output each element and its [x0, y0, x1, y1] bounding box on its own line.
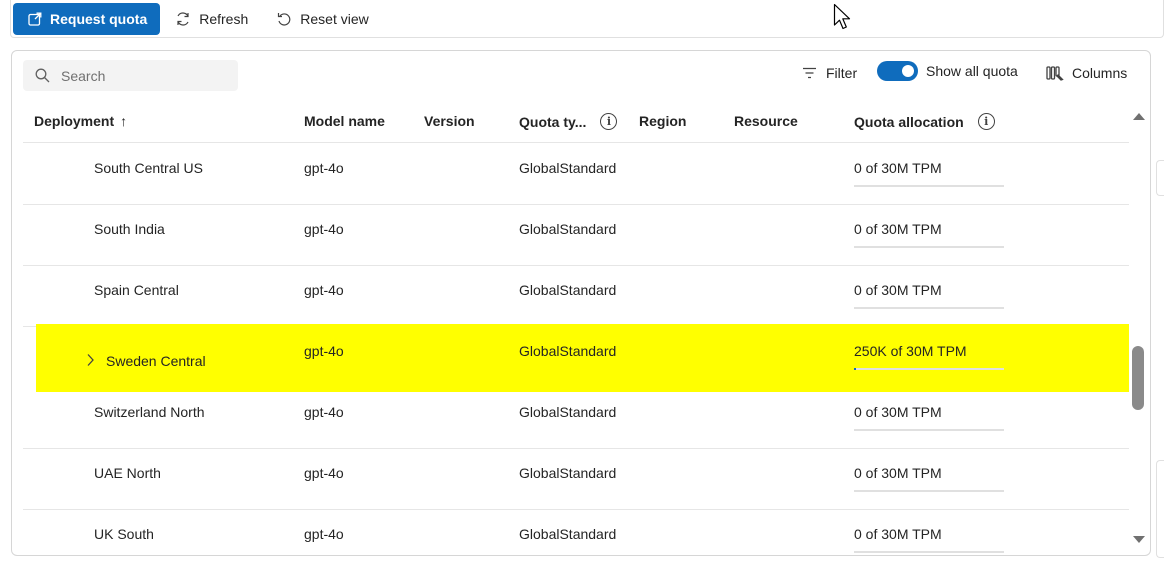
request-quota-label: Request quota [50, 10, 148, 27]
chevron-right-icon[interactable] [85, 353, 95, 370]
quota-allocation-cell: 0 of 30M TPM [854, 526, 942, 542]
resource-header-label: Resource [734, 113, 798, 129]
model-name-header-label: Model name [304, 113, 385, 129]
refresh-icon [175, 11, 191, 27]
reset-view-label: Reset view [300, 10, 369, 27]
search-box[interactable]: Search [23, 60, 238, 91]
column-header-quota-type[interactable]: Quota ty... i [519, 113, 618, 130]
quota-usage-bar [854, 551, 1004, 553]
vertical-scrollbar[interactable] [1131, 109, 1147, 549]
quota-allocation-cell: 0 of 30M TPM [854, 282, 942, 298]
quota-type-cell: GlobalStandard [519, 526, 617, 542]
scroll-up-arrow-icon[interactable] [1131, 109, 1147, 125]
reset-view-button[interactable]: Reset view [263, 3, 381, 35]
model-name-cell: gpt-4o [304, 282, 344, 298]
toggle-switch[interactable] [877, 61, 918, 81]
search-input[interactable]: Search [61, 68, 105, 84]
filter-icon [802, 67, 817, 79]
table-row[interactable]: UK South gpt-4o GlobalStandard 0 of 30M TPM [23, 510, 1129, 555]
column-header-resource[interactable]: Resource [734, 113, 798, 129]
model-name-cell: gpt-4o [304, 465, 344, 481]
quota-usage-bar [854, 490, 1004, 492]
table-row[interactable]: Switzerland North gpt-4o GlobalStandard 0 o… [23, 388, 1129, 449]
quota-type-cell: GlobalStandard [519, 160, 617, 176]
column-header-quota-allocation[interactable]: Quota allocation i [854, 113, 995, 130]
quota-allocation-header-label: Quota allocation [854, 113, 964, 130]
model-name-cell: gpt-4o [304, 343, 344, 359]
quota-usage-fill [854, 368, 856, 370]
filter-label: Filter [826, 65, 858, 81]
model-name-cell: gpt-4o [304, 160, 344, 176]
search-icon [35, 68, 50, 83]
table-body: South Central US gpt-4o GlobalStandard 0 of… [23, 144, 1129, 555]
scroll-down-arrow-icon[interactable] [1131, 533, 1147, 549]
quota-type-cell: GlobalStandard [519, 465, 617, 481]
side-panel-edge [1156, 460, 1164, 558]
quota-usage-bar [854, 429, 1004, 431]
deployment-cell: South India [94, 221, 165, 237]
undo-icon [276, 11, 292, 27]
quota-allocation-cell: 0 of 30M TPM [854, 160, 942, 176]
columns-icon [1046, 65, 1064, 81]
external-link-icon [28, 12, 42, 26]
deployment-cell: UAE North [94, 465, 161, 481]
column-header-region[interactable]: Region [639, 113, 686, 129]
deployment-cell: Switzerland North [94, 404, 205, 420]
version-header-label: Version [424, 113, 475, 129]
quota-usage-bar [854, 368, 1004, 370]
show-all-quota-toggle[interactable]: Show all quota [877, 61, 1018, 81]
quota-type-header-label: Quota ty... [519, 113, 587, 130]
info-icon[interactable]: i [977, 113, 995, 130]
quota-type-cell: GlobalStandard [519, 404, 617, 420]
table-header: Deployment ↑ Model name Version Quota ty… [23, 101, 1129, 143]
table-row[interactable]: UAE North gpt-4o GlobalStandard 0 of 30M TP… [23, 449, 1129, 510]
quota-usage-bar [854, 307, 1004, 309]
quota-usage-bar [854, 185, 1004, 187]
deployment-header-label: Deployment [34, 113, 115, 129]
deployment-cell: Sweden Central [106, 353, 206, 369]
quota-type-cell: GlobalStandard [519, 221, 617, 237]
table-row[interactable]: South Central US gpt-4o GlobalStandard 0 of… [23, 144, 1129, 205]
model-name-cell: gpt-4o [304, 404, 344, 420]
refresh-label: Refresh [199, 10, 249, 27]
sort-ascending-icon: ↑ [120, 113, 128, 129]
show-all-quota-label: Show all quota [926, 63, 1018, 79]
info-icon[interactable]: i [600, 113, 618, 130]
side-panel-edge [1156, 160, 1164, 196]
quota-usage-bar [854, 246, 1004, 248]
columns-button[interactable]: Columns [1046, 65, 1127, 81]
table-row[interactable]: Sweden Central gpt-4o GlobalStandard 250K o… [36, 324, 1129, 392]
region-header-label: Region [639, 113, 687, 129]
deployment-cell: UK South [94, 526, 154, 542]
quota-allocation-cell: 0 of 30M TPM [854, 404, 942, 420]
column-header-deployment[interactable]: Deployment ↑ [34, 113, 127, 129]
quota-allocation-cell: 0 of 30M TPM [854, 465, 942, 481]
deployment-cell: Spain Central [94, 282, 179, 298]
quota-allocation-cell: 250K of 30M TPM [854, 343, 967, 359]
filter-button[interactable]: Filter [802, 65, 857, 81]
quota-type-cell: GlobalStandard [519, 343, 617, 359]
deployment-cell: South Central US [94, 160, 203, 176]
refresh-button[interactable]: Refresh [162, 3, 261, 35]
model-name-cell: gpt-4o [304, 221, 344, 237]
column-header-model-name[interactable]: Model name [304, 113, 385, 129]
columns-label: Columns [1072, 65, 1128, 81]
model-name-cell: gpt-4o [304, 526, 344, 542]
table-row[interactable]: South India gpt-4o GlobalStandard 0 of 30M … [23, 205, 1129, 266]
quota-type-cell: GlobalStandard [519, 282, 617, 298]
mouse-cursor-icon [833, 3, 853, 34]
request-quota-button[interactable]: Request quota [13, 2, 161, 35]
table-row[interactable]: Spain Central gpt-4o GlobalStandard 0 of 30… [23, 266, 1129, 327]
command-bar: Request quota Refresh Reset view [10, 0, 1164, 38]
scrollbar-thumb[interactable] [1132, 346, 1144, 410]
quota-allocation-cell: 0 of 30M TPM [854, 221, 942, 237]
quota-table-panel: Search Filter Show all quota Columns Dep… [11, 50, 1151, 556]
column-header-version[interactable]: Version [424, 113, 475, 129]
